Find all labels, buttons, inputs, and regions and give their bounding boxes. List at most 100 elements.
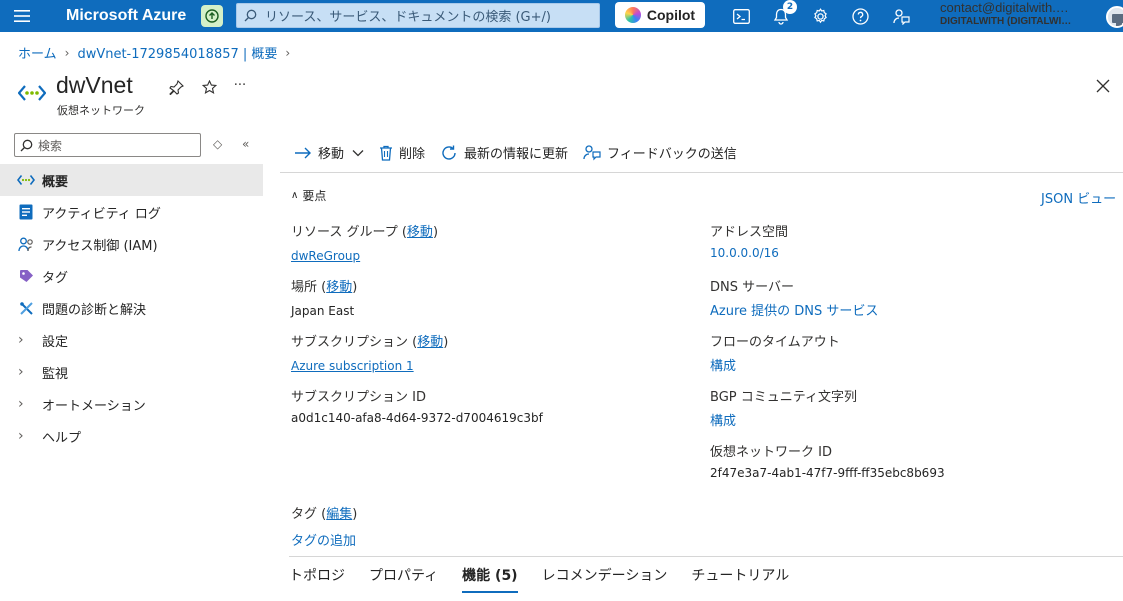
breadcrumb: ホーム › dwVnet-1729854018857 | 概要 › <box>18 43 291 63</box>
sidebar-item-label: 監視 <box>42 366 69 382</box>
location-label: 場所 (移動) <box>291 280 358 295</box>
refresh-icon <box>442 145 456 160</box>
move-label: 移動 <box>318 147 345 162</box>
sidebar-item-automation[interactable]: › オートメーション <box>0 388 263 420</box>
chevron-down-icon <box>352 149 364 156</box>
feedback-label: フィードバックの送信 <box>607 147 737 162</box>
sidebar-item-label: タグ <box>42 270 69 286</box>
tabs-divider <box>289 556 1123 557</box>
vnet-icon <box>17 171 35 189</box>
breadcrumb-resource[interactable]: dwVnet-1729854018857 | 概要 <box>77 43 277 62</box>
hamburger-menu-icon[interactable] <box>0 0 44 32</box>
account-tenant: DIGITALWITH (DIGITALWI… <box>940 16 1072 27</box>
sidebar-item-overview[interactable]: 概要 <box>0 164 263 196</box>
resource-group-label-text: リソース グループ <box>291 225 398 240</box>
feedback-icon[interactable] <box>889 4 913 28</box>
tab-capabilities[interactable]: 機能 (5) <box>462 565 518 593</box>
upgrade-icon[interactable] <box>201 5 223 27</box>
notification-badge: 2 <box>783 0 797 14</box>
dns-server-value[interactable]: Azure 提供の DNS サービス <box>710 300 878 319</box>
feedback-icon <box>583 145 601 161</box>
subscription-id-value: a0d1c140-afa8-4d64-9372-d7004619c3bf <box>291 411 543 425</box>
flow-timeout-configure-link[interactable]: 構成 <box>710 355 736 374</box>
sort-icon[interactable]: ◇ <box>213 137 222 151</box>
search-placeholder: リソース、サービス、ドキュメントの検索 (G+/) <box>265 10 551 25</box>
more-options-icon[interactable]: ··· <box>231 76 249 94</box>
notifications-icon[interactable]: 2 <box>769 0 797 28</box>
add-tags-link[interactable]: タグの追加 <box>291 530 356 549</box>
subscription-value[interactable]: Azure subscription 1 <box>291 359 414 373</box>
trash-icon <box>380 145 393 161</box>
chevron-right-icon: › <box>64 45 70 60</box>
cloud-shell-icon[interactable] <box>729 4 753 28</box>
chevron-up-icon: ∧ <box>291 190 299 201</box>
pin-icon[interactable] <box>167 78 185 96</box>
tags-label: タグ (編集) <box>291 507 358 522</box>
account-menu[interactable]: contact@digitalwith.… DIGITALWITH (DIGIT… <box>940 1 1098 29</box>
vnet-id-label: 仮想ネットワーク ID <box>710 445 832 460</box>
refresh-button[interactable]: 最新の情報に更新 <box>440 143 568 162</box>
location-value: Japan East <box>291 304 355 318</box>
tag-icon <box>17 267 35 285</box>
subscription-label-text: サブスクリプション <box>291 335 409 350</box>
chevron-right-icon: › <box>18 428 24 444</box>
essentials-toggle[interactable]: ∧ 要点 <box>291 187 326 204</box>
breadcrumb-home[interactable]: ホーム <box>18 43 57 62</box>
refresh-label: 最新の情報に更新 <box>464 147 569 162</box>
sidebar-item-settings[interactable]: › 設定 <box>0 324 263 356</box>
sidebar-item-tags[interactable]: タグ <box>0 260 263 292</box>
arrow-right-icon <box>295 147 311 158</box>
chevron-right-icon: › <box>18 364 24 380</box>
address-space-label: アドレス空間 <box>710 225 789 240</box>
star-icon[interactable] <box>200 78 218 96</box>
move-link[interactable]: 移動 <box>407 225 433 240</box>
page-title: dwVnet <box>56 72 133 98</box>
sidebar-item-activity-log[interactable]: アクティビティ ログ <box>0 196 263 228</box>
sidebar-item-monitoring[interactable]: › 監視 <box>0 356 263 388</box>
chevron-right-icon: › <box>18 396 24 412</box>
sidebar-search-input[interactable]: 検索 <box>14 133 201 157</box>
wrench-icon <box>17 299 35 317</box>
feedback-button[interactable]: フィードバックの送信 <box>583 143 737 162</box>
delete-label: 削除 <box>399 147 426 162</box>
move-button[interactable]: 移動 <box>294 143 364 162</box>
vnet-icon <box>17 83 47 107</box>
sidebar-search-placeholder: 検索 <box>38 138 63 153</box>
tab-properties[interactable]: プロパティ <box>369 565 438 593</box>
sidebar-item-help[interactable]: › ヘルプ <box>0 420 263 452</box>
copilot-button[interactable]: Copilot <box>615 2 705 28</box>
resource-group-label: リソース グループ (移動) <box>291 225 439 240</box>
brand-title[interactable]: Microsoft Azure <box>66 7 196 25</box>
move-link[interactable]: 移動 <box>326 280 352 295</box>
chevron-right-icon: › <box>285 45 291 60</box>
settings-gear-icon[interactable] <box>808 4 832 28</box>
essentials-header: 要点 <box>302 189 327 203</box>
subscription-id-label: サブスクリプション ID <box>291 390 426 405</box>
edit-tags-link[interactable]: 編集 <box>326 507 352 522</box>
collapse-sidebar-icon[interactable]: « <box>242 137 249 151</box>
delete-button[interactable]: 削除 <box>379 143 425 162</box>
sidebar-item-label: 概要 <box>42 174 69 190</box>
chevron-right-icon: › <box>18 332 24 348</box>
close-icon[interactable] <box>1096 79 1110 97</box>
sidebar-item-label: アクティビティ ログ <box>42 206 161 222</box>
json-view-link[interactable]: JSON ビュー <box>1041 188 1116 207</box>
tab-recommendations[interactable]: レコメンデーション <box>542 565 668 593</box>
avatar[interactable] <box>1106 6 1123 28</box>
flow-timeout-label: フローのタイムアウト <box>710 335 840 350</box>
sidebar-item-diagnose[interactable]: 問題の診断と解決 <box>0 292 263 324</box>
page-subtitle: 仮想ネットワーク <box>57 104 145 117</box>
sidebar-item-iam[interactable]: アクセス制御 (IAM) <box>0 228 263 260</box>
move-link[interactable]: 移動 <box>417 335 443 350</box>
location-label-text: 場所 <box>291 280 318 295</box>
bgp-configure-link[interactable]: 構成 <box>710 410 736 429</box>
sidebar-nav: 概要 アクティビティ ログ アクセス制御 (IAM) タグ 問題の診断と解決 ›… <box>0 164 263 452</box>
help-icon[interactable] <box>848 4 872 28</box>
tab-topology[interactable]: トポロジ <box>289 565 345 593</box>
tab-tutorials[interactable]: チュートリアル <box>691 565 789 593</box>
copilot-label: Copilot <box>646 7 696 23</box>
sidebar-item-label: オートメーション <box>42 398 146 414</box>
global-search-input[interactable]: リソース、サービス、ドキュメントの検索 (G+/) <box>236 3 600 28</box>
resource-group-value[interactable]: dwReGroup <box>291 249 360 263</box>
address-space-value[interactable]: 10.0.0.0/16 <box>710 246 779 260</box>
